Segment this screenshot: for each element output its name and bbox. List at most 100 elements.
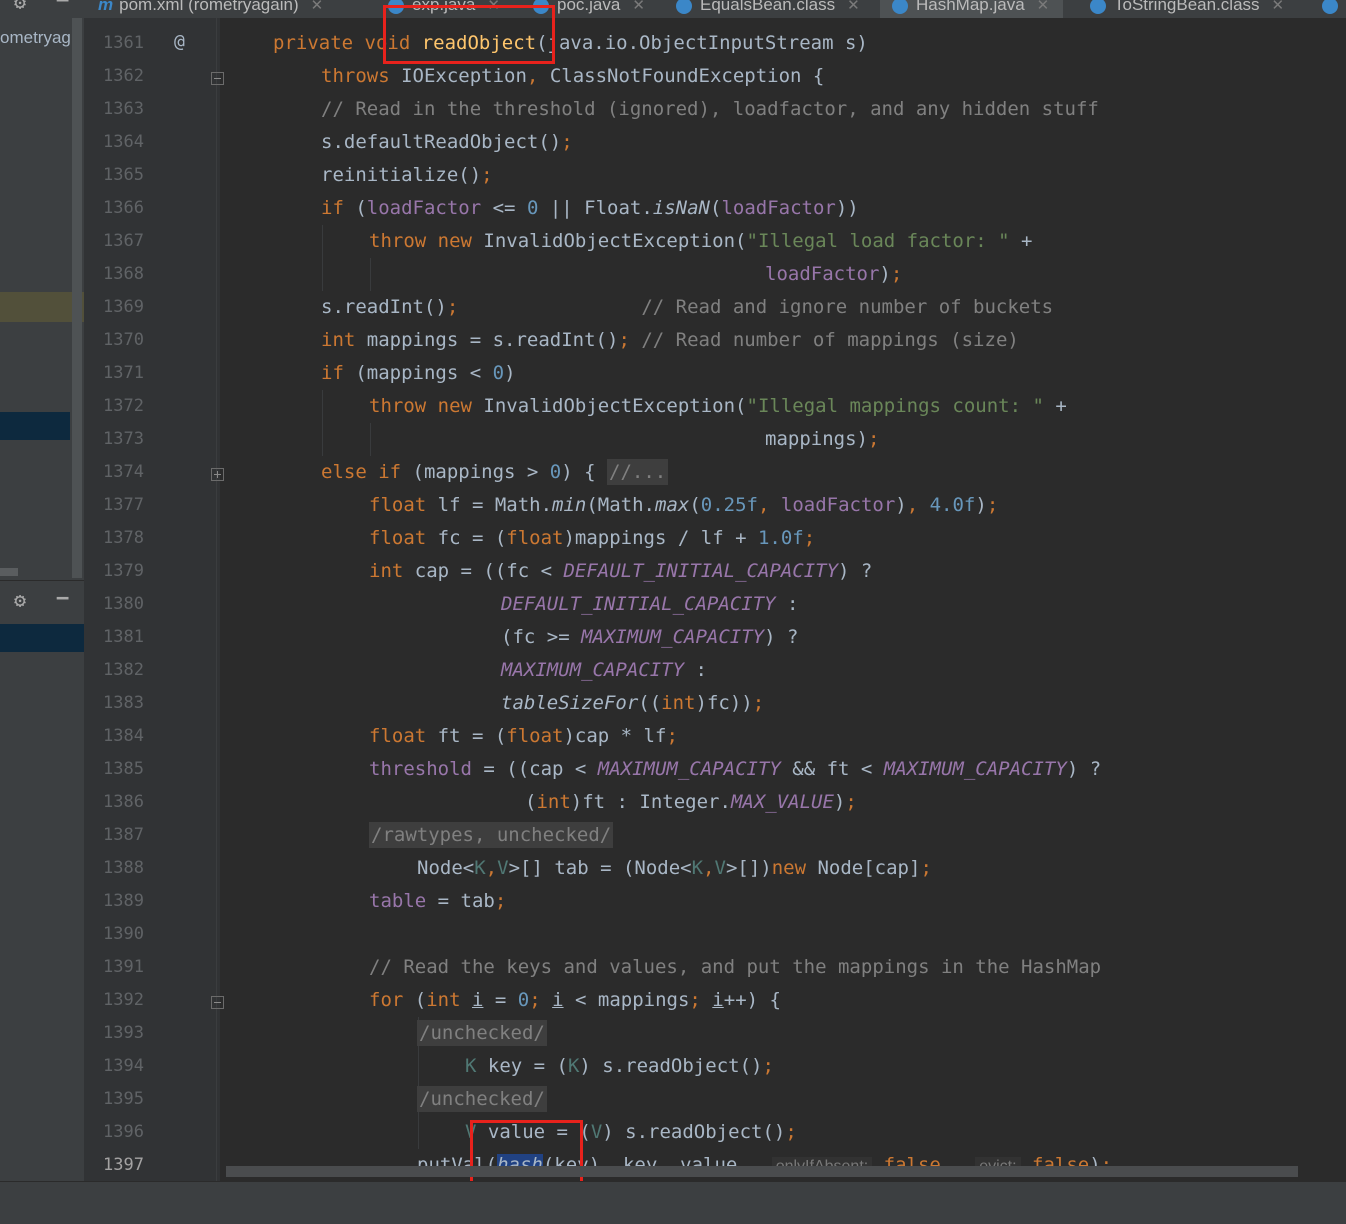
fold-expand-icon[interactable] xyxy=(211,468,224,481)
code-line-1374: else if (mappings > 0) { //... xyxy=(321,459,669,485)
line-number: 1391 xyxy=(103,957,144,977)
fold-collapse-icon[interactable] xyxy=(211,72,224,85)
line-number-current: 1397 xyxy=(103,1155,144,1175)
class-file-icon xyxy=(676,0,692,14)
line-number: 1370 xyxy=(103,330,144,350)
line-number: 1368 xyxy=(103,264,144,284)
close-icon[interactable]: ✕ xyxy=(311,0,324,14)
project-tree-selected-row[interactable] xyxy=(0,412,70,440)
line-number: 1396 xyxy=(103,1122,144,1142)
line-number: 1373 xyxy=(103,429,144,449)
line-number: 1384 xyxy=(103,726,144,746)
line-number: 1377 xyxy=(103,495,144,515)
code-line-1378: float fc = (float)mappings / lf + 1.0f; xyxy=(369,527,816,549)
project-panel-hscroll-thumb[interactable] xyxy=(0,568,18,576)
line-number: 1367 xyxy=(103,231,144,251)
code-line-1367: throw new InvalidObjectException("Illega… xyxy=(369,230,1033,252)
line-number: 1385 xyxy=(103,759,144,779)
panel-divider[interactable] xyxy=(0,580,84,581)
line-number: 1389 xyxy=(103,891,144,911)
line-number: 1362 xyxy=(103,66,144,86)
line-number: 1388 xyxy=(103,858,144,878)
indent-guide xyxy=(322,390,323,456)
project-panel-scrollbar[interactable] xyxy=(72,18,82,578)
code-line-1381: (fc >= MAXIMUM_CAPACITY) ? xyxy=(501,626,799,648)
structure-selected-row[interactable] xyxy=(0,624,84,652)
code-line-1385: threshold = ((cap < MAXIMUM_CAPACITY && … xyxy=(369,758,1102,780)
close-icon[interactable]: ✕ xyxy=(847,0,860,14)
project-tree-label[interactable]: ometryag xyxy=(0,28,82,48)
line-number: 1387 xyxy=(103,825,144,845)
code-line-1380: DEFAULT_INITIAL_CAPACITY : xyxy=(501,593,799,615)
line-number: 1363 xyxy=(103,99,144,119)
line-number: 1380 xyxy=(103,594,144,614)
line-number: 1390 xyxy=(103,924,144,944)
code-line-1386: (int)ft : Integer.MAX_VALUE); xyxy=(525,791,857,813)
gear-icon[interactable]: ⚙ xyxy=(14,0,26,14)
code-line-1391: // Read the keys and values, and put the… xyxy=(369,956,1102,978)
line-number: 1369 xyxy=(103,297,144,317)
line-number: 1386 xyxy=(103,792,144,812)
line-number: 1392 xyxy=(103,990,144,1010)
folded-code-region[interactable]: //... xyxy=(607,459,669,485)
code-line-1368: loadFactor); xyxy=(765,263,903,285)
class-file-icon xyxy=(1090,0,1106,14)
code-line-1394: K key = (K) s.readObject(); xyxy=(465,1055,774,1077)
override-annotation-icon[interactable]: @ xyxy=(174,31,185,52)
line-number: 1371 xyxy=(103,363,144,383)
code-line-1365: reinitialize(); xyxy=(321,164,493,186)
bottom-panel xyxy=(0,1181,1346,1224)
minimize-icon[interactable]: − xyxy=(56,586,69,611)
line-number: 1361 xyxy=(103,33,144,53)
minimize-icon[interactable]: − xyxy=(56,0,69,13)
highlight-box-readobject xyxy=(383,5,555,64)
close-icon[interactable]: ✕ xyxy=(632,0,645,14)
code-line-1361: private void readObject(java.io.ObjectIn… xyxy=(273,32,868,54)
line-number: 1366 xyxy=(103,198,144,218)
code-line-1388: Node<K,V>[] tab = (Node<K,V>[])new Node[… xyxy=(417,857,932,879)
code-line-1393: /unchecked/ xyxy=(417,1020,547,1046)
code-line-1366: if (loadFactor <= 0 || Float.isNaN(loadF… xyxy=(321,197,859,219)
close-icon[interactable]: ✕ xyxy=(1272,0,1285,14)
fold-collapse-icon[interactable] xyxy=(211,996,224,1009)
code-line-1373: mappings); xyxy=(765,428,880,450)
code-line-1384: float ft = (float)cap * lf; xyxy=(369,725,678,747)
tab-equalsbean-class[interactable]: EqualsBean.class ✕ xyxy=(676,0,860,18)
indent-guide xyxy=(370,423,371,456)
editor-horizontal-scrollbar[interactable] xyxy=(226,1166,1298,1177)
line-number: 1382 xyxy=(103,660,144,680)
code-line-1387: /rawtypes, unchecked/ xyxy=(369,822,614,848)
class-file-icon xyxy=(1322,0,1338,14)
structure-panel-toolbar: ⚙ − xyxy=(0,586,84,618)
line-number: 1381 xyxy=(103,627,144,647)
line-number: 1395 xyxy=(103,1089,144,1109)
code-line-1377: float lf = Math.min(Math.max(0.25f, load… xyxy=(369,494,999,516)
line-number: 1374 xyxy=(103,462,144,482)
line-number: 1365 xyxy=(103,165,144,185)
code-line-1362: throws IOException, ClassNotFoundExcepti… xyxy=(321,65,825,87)
line-number: 1383 xyxy=(103,693,144,713)
tab-hashmap-java[interactable]: HashMap.java ✕ xyxy=(880,0,1064,18)
line-number: 1364 xyxy=(103,132,144,152)
tab-tostringbean-class[interactable]: ToStringBean.class ✕ xyxy=(1090,0,1284,18)
code-line-1395: /unchecked/ xyxy=(417,1086,547,1112)
code-line-1392: for (int i = 0; i < mappings; i++) { xyxy=(369,989,781,1011)
code-line-1379: int cap = ((fc < DEFAULT_INITIAL_CAPACIT… xyxy=(369,560,873,582)
code-line-1383: tableSizeFor((int)fc)); xyxy=(501,692,765,714)
line-number: 1378 xyxy=(103,528,144,548)
close-icon[interactable]: ✕ xyxy=(1037,0,1050,14)
tab-pom-xml[interactable]: m pom.xml (rometryagain) ✕ xyxy=(98,0,323,18)
code-line-1382: MAXIMUM_CAPACITY : xyxy=(501,659,707,681)
editor-tab-bar: ⚙ − m pom.xml (rometryagain) ✕ exp.java ✕ p… xyxy=(0,0,1346,18)
class-file-icon xyxy=(892,0,908,14)
line-number: 1372 xyxy=(103,396,144,416)
code-line-1370: int mappings = s.readInt(); // Read numb… xyxy=(321,329,1019,351)
line-number: 1394 xyxy=(103,1056,144,1076)
code-line-1369: s.readInt(); // Read and ignore number o… xyxy=(321,296,1054,318)
tab-overflow[interactable] xyxy=(1322,0,1346,18)
code-line-1371: if (mappings < 0) xyxy=(321,362,516,384)
code-line-1363: // Read in the threshold (ignored), load… xyxy=(321,98,1099,120)
maven-icon: m xyxy=(98,0,114,14)
code-line-1372: throw new InvalidObjectException("Illega… xyxy=(369,395,1067,417)
gear-icon[interactable]: ⚙ xyxy=(14,588,26,612)
